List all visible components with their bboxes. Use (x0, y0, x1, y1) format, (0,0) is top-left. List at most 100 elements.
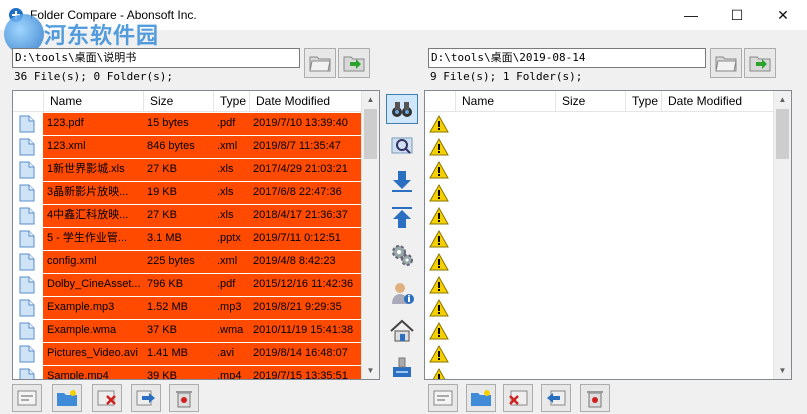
scroll-down-arrow-icon[interactable]: ▼ (774, 362, 791, 379)
folder-open-icon (309, 56, 331, 72)
table-row[interactable]: 123.xml 846 bytes .xml 2019/8/7 11:35:47 (13, 135, 363, 158)
close-button[interactable]: ✕ (760, 0, 806, 30)
icon-column-header[interactable] (425, 91, 456, 111)
cell-type: .xml (217, 140, 238, 152)
table-row[interactable]: 3晶新影片放映... 19 KB .xls 2017/6/8 22:47:36 (13, 181, 363, 204)
settings-button[interactable] (386, 240, 418, 270)
table-row[interactable] (425, 273, 775, 296)
file-icon (19, 368, 35, 379)
icon-column-header[interactable] (13, 91, 44, 111)
table-row[interactable]: Dolby_CineAsset... 796 KB .pdf 2015/12/16 1… (13, 273, 363, 296)
right-new-folder-button[interactable] (466, 384, 496, 412)
column-header-name[interactable]: Name (456, 91, 556, 111)
blue-arrow-up-icon (392, 207, 412, 228)
left-browse-button[interactable] (304, 48, 336, 78)
right-scrollbar[interactable]: ▲ ▼ (773, 91, 791, 379)
zoom-button[interactable] (386, 131, 418, 161)
right-trash-button[interactable] (580, 384, 610, 412)
table-row[interactable] (425, 319, 775, 342)
table-row[interactable] (425, 158, 775, 181)
column-header-date[interactable]: Date Modified (250, 91, 363, 111)
file-icon (19, 253, 35, 271)
maximize-button[interactable]: ☐ (714, 0, 760, 30)
home-button[interactable] (386, 316, 418, 346)
scroll-down-arrow-icon[interactable]: ▼ (362, 362, 379, 379)
warning-icon (429, 230, 449, 248)
table-row[interactable] (425, 181, 775, 204)
table-row[interactable] (425, 204, 775, 227)
table-row[interactable] (425, 250, 775, 273)
table-row[interactable]: 4中鑫汇科放映... 27 KB .xls 2018/4/17 21:36:37 (13, 204, 363, 227)
copy-right-button[interactable] (131, 384, 161, 412)
table-row[interactable] (425, 296, 775, 319)
compare-button[interactable] (386, 94, 418, 124)
move-up-button[interactable] (386, 203, 418, 233)
table-row[interactable] (425, 365, 775, 379)
about-button[interactable] (386, 278, 418, 308)
minimize-button[interactable]: — (668, 0, 714, 30)
table-row[interactable]: 1新世界影城.xls 27 KB .xls 2017/4/29 21:03:21 (13, 158, 363, 181)
warning-icon (429, 322, 449, 340)
table-row[interactable]: Example.wma 37 KB .wma 2010/11/19 15:41:38 (13, 319, 363, 342)
cell-date: 2019/7/10 13:39:40 (253, 117, 348, 129)
table-row[interactable] (425, 342, 775, 365)
file-icon (19, 276, 35, 294)
table-row[interactable]: 5 - 学生作业管... 3.1 MB .pptx 2019/7/11 0:12:51 (13, 227, 363, 250)
table-row[interactable] (425, 135, 775, 158)
table-row[interactable]: Example.mp3 1.52 MB .mp3 2019/8/21 9:29:35 (13, 296, 363, 319)
left-scrollbar[interactable]: ▲ ▼ (361, 91, 379, 379)
delete-icon (97, 390, 116, 406)
right-file-list[interactable]: Name Size Type Date Modified ▲ ▼ (424, 90, 792, 380)
file-icon (19, 161, 35, 179)
file-icon (19, 115, 35, 133)
right-browse-button[interactable] (710, 48, 742, 78)
cell-date: 2019/7/15 13:35:51 (253, 370, 348, 380)
column-header-type[interactable]: Type (214, 91, 250, 111)
scroll-thumb[interactable] (364, 109, 377, 159)
scroll-up-arrow-icon[interactable]: ▲ (774, 91, 791, 108)
file-icon (19, 299, 35, 317)
title-bar: Folder Compare - Abonsoft Inc. — ☐ ✕ (0, 0, 807, 30)
cell-type: .mp3 (217, 301, 242, 313)
scroll-thumb[interactable] (776, 109, 789, 159)
right-go-button[interactable] (744, 48, 776, 78)
table-row[interactable]: Pictures_Video.avi 1.41 MB .avi 2019/8/14 1… (13, 342, 363, 365)
left-file-list[interactable]: Name Size Type Date Modified 123.pdf 15 b… (12, 90, 380, 380)
right-path-input[interactable]: D:\tools\桌面\2019-08-14 (428, 48, 706, 68)
column-header-name[interactable]: Name (44, 91, 144, 111)
right-refresh-button[interactable] (428, 384, 458, 412)
scroll-up-arrow-icon[interactable]: ▲ (362, 91, 379, 108)
warning-icon (429, 115, 449, 133)
column-header-type[interactable]: Type (626, 91, 662, 111)
trash-icon (176, 391, 192, 408)
cell-type: .xls (217, 209, 234, 221)
table-row[interactable]: Sample.mp4 39 KB .mp4 2019/7/15 13:35:51 (13, 365, 363, 380)
left-go-button[interactable] (338, 48, 370, 78)
cell-date: 2010/11/19 15:41:38 (253, 324, 354, 336)
cell-name: Pictures_Video.avi (47, 347, 138, 359)
table-row[interactable]: 123.pdf 15 bytes .pdf 2019/7/10 13:39:40 (13, 112, 363, 135)
left-delete-button[interactable] (92, 384, 122, 412)
copy-right-icon (136, 390, 155, 406)
column-header-size[interactable]: Size (144, 91, 214, 111)
table-row[interactable] (425, 112, 775, 135)
table-row[interactable] (425, 227, 775, 250)
cell-date: 2019/8/21 9:29:35 (253, 301, 342, 313)
cell-size: 846 bytes (147, 140, 195, 152)
left-summary: 36 File(s); 0 Folder(s); (14, 70, 173, 83)
column-header-size[interactable]: Size (556, 91, 626, 111)
right-delete-button[interactable] (503, 384, 533, 412)
move-down-button[interactable] (386, 166, 418, 196)
exit-button[interactable] (386, 352, 418, 382)
table-row[interactable]: config.xml 225 bytes .xml 2019/4/8 8:42:23 (13, 250, 363, 273)
left-new-folder-button[interactable] (52, 384, 82, 412)
left-path-input[interactable]: D:\tools\桌面\说明书 (12, 48, 300, 68)
column-header-date[interactable]: Date Modified (662, 91, 775, 111)
left-trash-button[interactable] (169, 384, 199, 412)
file-icon (19, 322, 35, 340)
cell-name: 123.xml (47, 140, 86, 152)
copy-left-button[interactable] (541, 384, 571, 412)
magnifier-icon (391, 137, 413, 154)
cell-date: 2019/8/14 16:48:07 (253, 347, 348, 359)
left-refresh-button[interactable] (12, 384, 42, 412)
